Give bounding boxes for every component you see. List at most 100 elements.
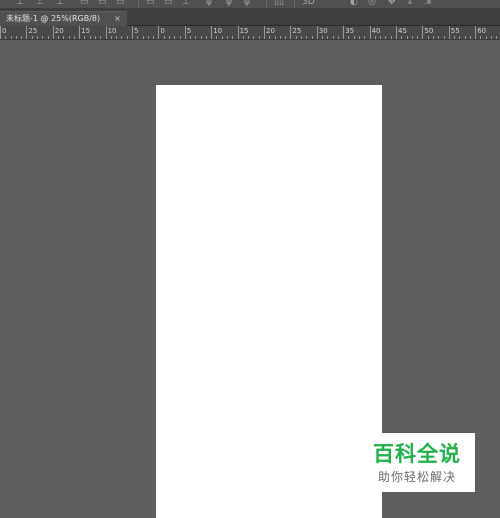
ruler-major-tick bbox=[105, 26, 107, 39]
ruler-minor-tick bbox=[411, 36, 413, 39]
ruler-minor-tick bbox=[89, 36, 91, 39]
align-center-icon[interactable]: ⊥ bbox=[36, 0, 44, 7]
ruler-label: 20 bbox=[266, 27, 275, 35]
ruler-minor-tick bbox=[5, 36, 7, 39]
distribute-left-icon[interactable]: ▭ bbox=[146, 0, 155, 7]
ruler-minor-tick bbox=[359, 36, 361, 39]
ruler-major-tick bbox=[422, 26, 424, 39]
ruler-minor-tick bbox=[469, 36, 471, 39]
ruler-minor-tick bbox=[274, 36, 276, 39]
distribute-hcenter-icon[interactable]: ▭ bbox=[164, 0, 173, 7]
ruler-minor-tick bbox=[174, 36, 176, 39]
ruler-minor-tick bbox=[438, 36, 440, 39]
ruler-minor-tick bbox=[10, 36, 12, 39]
distribute-top-icon[interactable]: ▭ bbox=[80, 0, 89, 7]
ruler-minor-tick bbox=[279, 36, 281, 39]
auto-blend-icon[interactable]: ψ bbox=[226, 0, 232, 7]
align-right-icon[interactable]: ⊥ bbox=[56, 0, 64, 7]
ruler-minor-tick bbox=[348, 36, 350, 39]
roll-3d-icon[interactable]: ◎ bbox=[368, 0, 376, 7]
ruler-minor-tick bbox=[21, 36, 23, 39]
ruler-major-tick bbox=[158, 26, 160, 39]
ruler-major-tick bbox=[369, 26, 371, 39]
ruler-minor-tick bbox=[311, 36, 313, 39]
scale-3d-icon[interactable]: ⇲ bbox=[424, 0, 432, 7]
distribute-right-icon[interactable]: ⊥ bbox=[182, 0, 190, 7]
ruler-label: 10 bbox=[213, 27, 223, 35]
ruler-minor-tick bbox=[258, 36, 260, 39]
3d-mode-icon[interactable]: 3D bbox=[302, 0, 315, 7]
ruler-label: 50 bbox=[424, 27, 434, 35]
ruler-minor-tick bbox=[126, 36, 128, 39]
ruler-major-tick bbox=[264, 26, 265, 39]
ruler-minor-tick bbox=[295, 36, 297, 39]
ruler-minor-tick bbox=[36, 36, 38, 39]
ruler-minor-tick bbox=[253, 36, 255, 39]
ruler-major-tick bbox=[211, 26, 213, 39]
ruler-minor-tick bbox=[380, 36, 382, 39]
ruler-minor-tick bbox=[216, 36, 218, 39]
ruler-label: 5 bbox=[134, 27, 139, 35]
ruler-major-tick bbox=[316, 26, 318, 39]
ruler-minor-tick bbox=[190, 36, 192, 39]
ruler-minor-tick bbox=[84, 36, 86, 39]
watermark-subtitle: 助你轻松解决 bbox=[377, 470, 456, 484]
rotate-3d-icon[interactable]: ◐ bbox=[350, 0, 358, 7]
document-tab[interactable]: 未标题-1 @ 25%(RGB/8) × bbox=[0, 11, 127, 26]
ruler-minor-tick bbox=[15, 36, 17, 39]
watermark-title: 百科全说 bbox=[373, 442, 461, 466]
arrange-icon[interactable]: ψ bbox=[244, 0, 250, 7]
document-tab-bar: 未标题-1 @ 25%(RGB/8) × bbox=[0, 8, 500, 26]
distribute-bottom-icon[interactable]: ▭ bbox=[116, 0, 125, 7]
ruler-label: 25 bbox=[292, 27, 302, 35]
ruler-label: 15 bbox=[239, 27, 249, 35]
ruler-major-tick bbox=[52, 26, 54, 39]
ruler-major-tick bbox=[79, 26, 81, 39]
ruler-minor-tick bbox=[491, 36, 493, 39]
drag-3d-icon[interactable]: ✥ bbox=[388, 0, 396, 7]
ruler-minor-tick bbox=[432, 36, 434, 39]
ruler-minor-tick bbox=[385, 36, 387, 39]
ruler-minor-tick bbox=[306, 36, 308, 39]
ruler-minor-tick bbox=[47, 36, 49, 39]
ruler-minor-tick bbox=[73, 36, 75, 39]
distribute-middle-icon[interactable]: ▭ bbox=[98, 0, 107, 7]
align-left-icon[interactable]: ⊥ bbox=[16, 0, 24, 7]
ruler-minor-tick bbox=[337, 36, 339, 39]
ruler-minor-tick bbox=[427, 36, 429, 39]
ruler-label: 10 bbox=[107, 27, 117, 35]
close-icon[interactable]: × bbox=[114, 12, 121, 26]
document-canvas[interactable] bbox=[156, 85, 382, 518]
ruler-minor-tick bbox=[485, 36, 487, 39]
ruler-label: 60 bbox=[477, 27, 487, 35]
ruler-label: 0 bbox=[2, 27, 7, 35]
slide-3d-icon[interactable]: ⇕ bbox=[406, 0, 414, 7]
ruler-minor-tick bbox=[322, 36, 324, 39]
ruler-label: 55 bbox=[450, 27, 460, 35]
ruler-minor-tick bbox=[390, 36, 392, 39]
ruler-minor-tick bbox=[464, 36, 466, 39]
ruler-minor-tick bbox=[327, 36, 329, 39]
ruler-major-tick bbox=[237, 26, 239, 39]
ruler-major-tick bbox=[343, 26, 345, 39]
ruler-minor-tick bbox=[58, 36, 60, 39]
ruler-major-tick bbox=[475, 26, 477, 39]
ruler-minor-tick bbox=[417, 36, 419, 39]
ruler-major-tick bbox=[448, 26, 450, 39]
ruler-minor-tick bbox=[110, 36, 112, 39]
ruler-minor-tick bbox=[496, 36, 498, 39]
options-separator bbox=[138, 0, 139, 7]
auto-align-icon[interactable]: ψ bbox=[206, 0, 212, 7]
horizontal-ruler[interactable]: 0 25 20 15 10 5 0 5 10 15 20 25 30 35 40 45 50 55 60 bbox=[0, 26, 500, 40]
grid-icon[interactable]: ▯▯ bbox=[274, 0, 284, 7]
ruler-minor-tick bbox=[95, 36, 97, 39]
ruler-minor-tick bbox=[454, 36, 456, 39]
ruler-minor-tick bbox=[300, 36, 302, 39]
ruler-label: 30 bbox=[318, 27, 328, 35]
ruler-major-tick bbox=[396, 26, 397, 39]
ruler-minor-tick bbox=[285, 36, 287, 39]
ruler-minor-tick bbox=[42, 36, 44, 39]
ruler-minor-tick bbox=[68, 36, 70, 39]
ruler-minor-tick bbox=[205, 36, 207, 39]
ruler-minor-tick bbox=[406, 36, 408, 39]
